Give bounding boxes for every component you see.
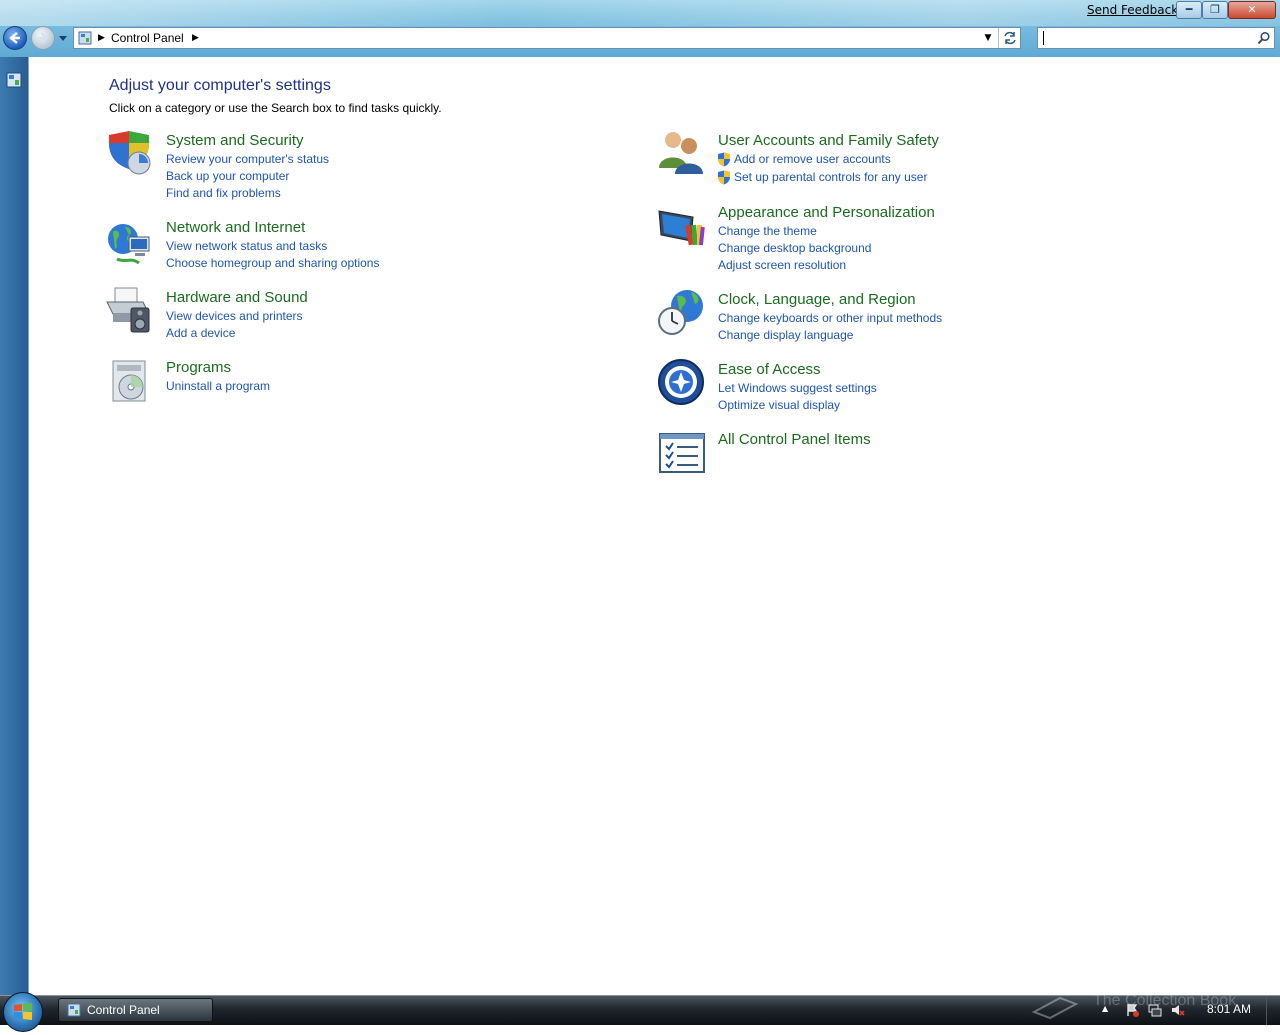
watermark-graphic: [1031, 996, 1079, 1020]
navigation-pane-icon[interactable]: [6, 72, 22, 88]
uac-shield-icon: [718, 152, 730, 167]
network-status-icon[interactable]: [1148, 1003, 1162, 1017]
refresh-icon: [1004, 31, 1016, 45]
category-network-and-internet[interactable]: Network and Internet: [166, 219, 305, 236]
action-center-flag-icon[interactable]: [1125, 1003, 1139, 1017]
back-arrow-icon: [9, 32, 20, 44]
restore-icon: ❐: [1210, 3, 1220, 16]
show-hidden-icons-icon[interactable]: ▲: [1102, 1004, 1108, 1013]
checklist-icon[interactable]: [658, 428, 706, 476]
close-icon: ✕: [1247, 3, 1257, 16]
windows-logo-icon: [14, 1003, 32, 1020]
category-hardware-and-sound[interactable]: Hardware and Sound: [166, 289, 308, 306]
ease-of-access-icon[interactable]: [657, 358, 705, 406]
control-panel-icon: [78, 31, 92, 45]
minimize-icon: ━: [1185, 3, 1193, 16]
page-title: Adjust your computer's settings: [109, 77, 331, 94]
link-optimize-visual-display[interactable]: Optimize visual display: [718, 398, 840, 412]
link-view-network-status[interactable]: View network status and tasks: [166, 239, 327, 253]
programs-disc-icon[interactable]: [107, 357, 155, 405]
control-panel-icon: [67, 1003, 81, 1017]
refresh-button[interactable]: [998, 28, 1021, 48]
link-add-remove-user-accounts[interactable]: Add or remove user accounts: [734, 152, 891, 166]
link-parental-controls[interactable]: Set up parental controls for any user: [734, 170, 927, 184]
link-change-desktop-background[interactable]: Change desktop background: [718, 241, 871, 255]
link-back-up-computer[interactable]: Back up your computer: [166, 169, 289, 183]
send-feedback-link[interactable]: Send Feedback: [1087, 3, 1178, 17]
address-bar[interactable]: ▶ Control Panel ▶ ▼: [73, 27, 1021, 49]
show-desktop-button[interactable]: [1266, 996, 1280, 1025]
taskbar-clock[interactable]: 8:01 AM: [1207, 1002, 1251, 1016]
link-homegroup-sharing[interactable]: Choose homegroup and sharing options: [166, 256, 379, 270]
link-adjust-screen-resolution[interactable]: Adjust screen resolution: [718, 258, 846, 272]
recent-pages-dropdown-icon[interactable]: [58, 33, 68, 43]
close-button[interactable]: ✕: [1228, 1, 1276, 19]
category-ease-of-access[interactable]: Ease of Access: [718, 361, 821, 378]
breadcrumb-root-arrow-icon[interactable]: ▶: [98, 30, 105, 46]
address-dropdown-icon[interactable]: ▼: [979, 28, 997, 48]
category-programs[interactable]: Programs: [166, 359, 231, 376]
left-sidebar-strip: [0, 57, 29, 995]
start-button[interactable]: [3, 992, 43, 1032]
breadcrumb-control-panel[interactable]: Control Panel: [111, 30, 184, 46]
link-change-theme[interactable]: Change the theme: [718, 224, 817, 238]
clock-globe-icon[interactable]: [657, 288, 705, 336]
link-review-computer-status[interactable]: Review your computer's status: [166, 152, 329, 166]
taskbar-button-label: Control Panel: [87, 1003, 160, 1017]
printer-speaker-icon[interactable]: [105, 286, 153, 334]
category-all-control-panel-items[interactable]: All Control Panel Items: [718, 431, 871, 448]
minimize-button[interactable]: ━: [1176, 1, 1202, 19]
category-user-accounts[interactable]: User Accounts and Family Safety: [718, 132, 939, 149]
link-change-keyboards[interactable]: Change keyboards or other input methods: [718, 311, 942, 325]
breadcrumb-arrow-icon[interactable]: ▶: [192, 30, 199, 46]
volume-muted-icon[interactable]: [1171, 1003, 1185, 1017]
monitor-colors-icon[interactable]: [657, 205, 705, 253]
taskbar: Control Panel The Collection Book ▲ 8:01…: [0, 992, 1280, 1032]
search-icon[interactable]: [1257, 31, 1271, 45]
category-system-and-security[interactable]: System and Security: [166, 132, 304, 149]
link-windows-suggest-settings[interactable]: Let Windows suggest settings: [718, 381, 877, 395]
forward-arrow-icon: [38, 32, 49, 44]
search-input[interactable]: [1037, 27, 1275, 49]
link-find-and-fix-problems[interactable]: Find and fix problems: [166, 186, 281, 200]
link-view-devices-printers[interactable]: View devices and printers: [166, 309, 303, 323]
text-caret: [1043, 31, 1044, 45]
forward-button[interactable]: [31, 26, 55, 50]
category-appearance-personalization[interactable]: Appearance and Personalization: [718, 204, 935, 221]
window-titlebar: Send Feedback ━ ❐ ✕ ▶ Control Panel ▶ ▼: [0, 0, 1280, 57]
network-globe-icon[interactable]: [105, 219, 153, 267]
link-change-display-language[interactable]: Change display language: [718, 328, 853, 342]
link-add-a-device[interactable]: Add a device: [166, 326, 235, 340]
page-subtitle: Click on a category or use the Search bo…: [109, 101, 442, 115]
uac-shield-icon: [718, 170, 730, 185]
category-clock-language-region[interactable]: Clock, Language, and Region: [718, 291, 916, 308]
users-icon[interactable]: [657, 128, 705, 176]
link-uninstall-program[interactable]: Uninstall a program: [166, 379, 270, 393]
shield-security-icon[interactable]: [105, 129, 153, 177]
back-button[interactable]: [3, 26, 27, 50]
maximize-button[interactable]: ❐: [1202, 1, 1228, 19]
taskbar-control-panel-button[interactable]: Control Panel: [58, 998, 213, 1022]
